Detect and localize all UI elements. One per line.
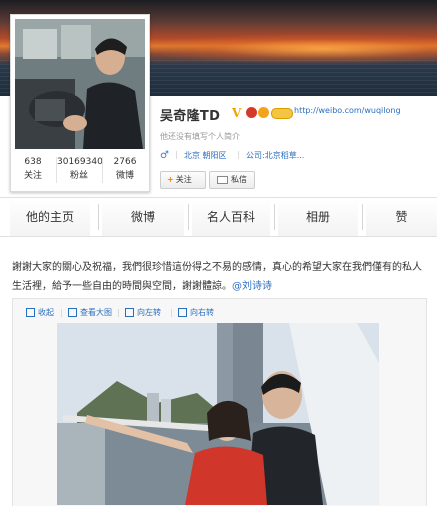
company-link[interactable]: 公司:北京稻草... bbox=[246, 150, 304, 161]
post-photo[interactable] bbox=[57, 323, 379, 505]
view-large-label: 查看大图 bbox=[80, 308, 112, 317]
stat-following-value: 638 bbox=[24, 157, 42, 167]
tab-likes[interactable]: 赞 bbox=[366, 198, 437, 236]
collapse-icon bbox=[26, 308, 35, 317]
message-button[interactable]: 私信 bbox=[209, 171, 255, 189]
tab-weibo[interactable]: 微博 bbox=[102, 198, 184, 236]
tab-home[interactable]: 他的主页 bbox=[10, 198, 90, 236]
verified-v-icon[interactable]: V bbox=[232, 107, 244, 119]
stat-fans-value: 30169340 bbox=[57, 157, 103, 167]
follow-label: 关注 bbox=[175, 175, 192, 184]
rotate-left-label: 向左转 bbox=[137, 308, 161, 317]
stat-fans-label: 粉丝 bbox=[69, 171, 88, 181]
action-divider: | bbox=[60, 308, 63, 317]
tab-album[interactable]: 相册 bbox=[278, 198, 358, 236]
stat-following-label: 关注 bbox=[23, 171, 42, 181]
member-badge-icon[interactable] bbox=[271, 108, 293, 119]
tab-encyclopedia[interactable]: 名人百科 bbox=[192, 198, 270, 236]
rotate-right-button[interactable]: 向右转 bbox=[178, 307, 214, 318]
info-divider: | bbox=[175, 150, 178, 159]
envelope-icon bbox=[217, 175, 228, 184]
tab-separator bbox=[98, 204, 99, 230]
medal-badge-icon[interactable] bbox=[258, 107, 269, 118]
post-mention[interactable]: @刘诗诗 bbox=[232, 281, 272, 292]
tab-separator bbox=[188, 204, 189, 230]
tab-separator bbox=[274, 204, 275, 230]
post-body: 謝謝大家的關心及祝福，我們很珍惜這份得之不易的感情，真心的希望大家在我們僅有的私… bbox=[12, 262, 422, 292]
info-divider: | bbox=[237, 150, 240, 159]
post-text: 謝謝大家的關心及祝福，我們很珍惜這份得之不易的感情，真心的希望大家在我們僅有的私… bbox=[12, 258, 428, 296]
stat-posts[interactable]: 2766 微博 bbox=[103, 155, 147, 183]
user-name[interactable]: 吴奇隆TD bbox=[160, 105, 220, 124]
stat-fans[interactable]: 30169340 粉丝 bbox=[57, 155, 103, 183]
bio-text: 他还没有填写个人简介 bbox=[160, 132, 240, 141]
plus-icon: + bbox=[167, 175, 174, 184]
action-divider: | bbox=[117, 308, 120, 317]
blog-link[interactable]: http://weibo.com/wuqilong bbox=[294, 106, 401, 115]
rotate-right-icon bbox=[178, 308, 187, 317]
collapse-button[interactable]: 收起 bbox=[26, 307, 54, 318]
tab-separator bbox=[362, 204, 363, 230]
profile-card: 638 关注 30169340 粉丝 2766 微博 bbox=[10, 14, 150, 192]
post-photo-image bbox=[57, 323, 379, 505]
rotate-left-button[interactable]: 向左转 bbox=[125, 307, 161, 318]
weibo-badge-icon[interactable] bbox=[246, 107, 257, 118]
rotate-right-label: 向右转 bbox=[190, 308, 214, 317]
message-label: 私信 bbox=[231, 175, 247, 184]
stat-posts-label: 微博 bbox=[115, 171, 134, 181]
action-divider: | bbox=[170, 308, 173, 317]
avatar-photo bbox=[15, 19, 145, 149]
collapse-label: 收起 bbox=[38, 308, 54, 317]
avatar[interactable] bbox=[15, 19, 145, 149]
view-large-icon bbox=[68, 308, 77, 317]
follow-button[interactable]: + 关注 bbox=[160, 171, 206, 189]
stat-following[interactable]: 638 关注 bbox=[11, 155, 55, 183]
stat-posts-value: 2766 bbox=[113, 157, 137, 167]
location-link[interactable]: 北京 朝阳区 bbox=[184, 150, 227, 161]
view-large-button[interactable]: 查看大图 bbox=[68, 307, 112, 318]
rotate-left-icon bbox=[125, 308, 134, 317]
male-icon: ♂ bbox=[160, 150, 169, 161]
tabs-border-bottom bbox=[0, 236, 437, 237]
